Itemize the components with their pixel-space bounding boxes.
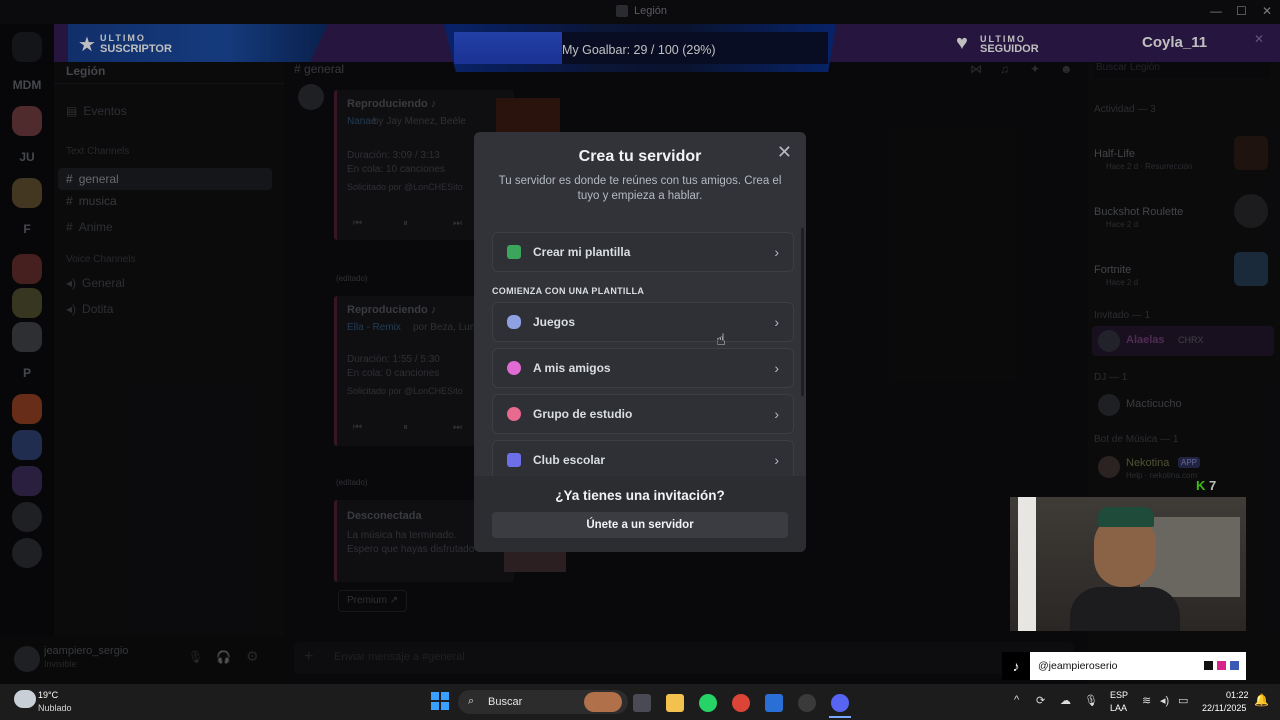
battery-icon[interactable]: ▭ xyxy=(1178,694,1188,707)
option-label: A mis amigos xyxy=(533,361,611,375)
apple-icon xyxy=(507,407,521,421)
option-label: Club escolar xyxy=(533,453,606,467)
template-section-label: COMIENZA CON UNA PLANTILLA xyxy=(492,286,645,296)
school-board-icon xyxy=(507,453,521,467)
color-swatch xyxy=(1217,661,1226,670)
search-label: Buscar xyxy=(488,696,523,708)
template-friends-button[interactable]: A mis amigos › xyxy=(492,348,794,388)
webcam-feed xyxy=(1010,497,1246,631)
chrome-icon[interactable] xyxy=(732,694,750,712)
chevron-right-icon: › xyxy=(774,406,779,422)
weather-icon[interactable] xyxy=(14,690,36,708)
gamepad-icon xyxy=(507,315,521,329)
template-study-group-button[interactable]: Grupo de estudio › xyxy=(492,394,794,434)
create-own-template-button[interactable]: Crear mi plantilla › xyxy=(492,232,794,272)
taskbar-search[interactable]: ⌕ Buscar xyxy=(458,690,628,714)
whatsapp-icon[interactable] xyxy=(699,694,717,712)
create-template-icon xyxy=(507,245,521,259)
clock-date[interactable]: 22/11/2025 xyxy=(1202,703,1246,713)
window-title-text: Legión xyxy=(634,5,668,17)
weather-temp[interactable]: 19°C xyxy=(38,690,58,700)
search-icon: ⌕ xyxy=(468,695,475,707)
window-titlebar: Legión — ☐ ✕ xyxy=(0,0,1280,24)
task-view-icon[interactable] xyxy=(633,694,651,712)
hand-cursor-icon: ☝ xyxy=(716,332,726,349)
minimize-icon[interactable]: — xyxy=(1210,4,1222,18)
window-title: Legión xyxy=(616,5,667,17)
maximize-icon[interactable]: ☐ xyxy=(1236,4,1247,18)
chevron-right-icon: › xyxy=(774,452,779,468)
app-icon xyxy=(616,5,628,17)
chevron-right-icon: › xyxy=(774,360,779,376)
join-server-button[interactable]: Únete a un servidor xyxy=(492,512,788,538)
modal-scrollbar[interactable] xyxy=(801,228,804,396)
template-gaming-button[interactable]: Juegos › xyxy=(492,302,794,342)
notification-bell-icon[interactable]: 🔔 xyxy=(1254,693,1269,707)
close-window-icon[interactable]: ✕ xyxy=(1262,4,1272,18)
language[interactable]: ESP xyxy=(1110,690,1128,700)
file-explorer-icon[interactable] xyxy=(666,694,684,712)
door-frame xyxy=(1018,497,1036,631)
cloud-icon[interactable]: ☁ xyxy=(1060,694,1071,707)
modal-title: Crea tu servidor xyxy=(578,148,702,165)
app-icon[interactable] xyxy=(765,694,783,712)
option-label: Crear mi plantilla xyxy=(533,245,631,259)
invite-question: ¿Ya tienes una invitación? xyxy=(555,488,725,503)
color-swatch xyxy=(1204,661,1213,670)
create-server-modal: ✕ Crea tu servidor Tu servidor es donde … xyxy=(474,132,806,552)
wifi-icon[interactable]: ≋ xyxy=(1142,694,1151,707)
windows-start-icon[interactable] xyxy=(431,692,449,710)
chevron-up-icon[interactable]: ^ xyxy=(1014,694,1019,706)
option-label: Grupo de estudio xyxy=(533,407,633,421)
color-swatch xyxy=(1230,661,1239,670)
tiktok-handle-bar: ♪ @jeampieroserio xyxy=(1002,652,1246,680)
clock-time[interactable]: 01:22 xyxy=(1226,690,1249,700)
obs-icon[interactable] xyxy=(798,694,816,712)
template-school-club-button[interactable]: Club escolar › xyxy=(492,440,794,480)
chevron-right-icon: › xyxy=(774,244,779,260)
mic-tray-icon[interactable]: 🎙 xyxy=(1084,694,1098,707)
tiktok-icon: ♪ xyxy=(1002,652,1030,680)
chevron-right-icon: › xyxy=(774,314,779,330)
shirt xyxy=(1070,587,1180,631)
weather-desc[interactable]: Nublado xyxy=(38,703,72,713)
language-layout[interactable]: LAA xyxy=(1110,703,1127,713)
search-highlight-image xyxy=(584,692,622,712)
active-app-indicator xyxy=(829,716,851,718)
heart-icon xyxy=(507,361,521,375)
modal-subtitle: Tu servidor es donde te reúnes con tus a… xyxy=(498,175,782,202)
volume-icon[interactable]: ◂) xyxy=(1160,694,1169,707)
tiktok-handle: @jeampieroserio xyxy=(1038,660,1118,672)
cap xyxy=(1098,507,1154,527)
discord-icon[interactable] xyxy=(831,694,849,712)
sync-icon[interactable]: ⟳ xyxy=(1036,694,1045,707)
option-label: Juegos xyxy=(533,315,576,329)
